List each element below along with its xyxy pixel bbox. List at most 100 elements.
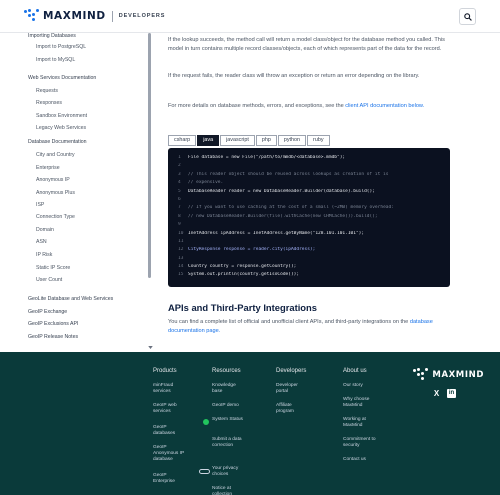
language-tabs: csharp java javascript php python ruby <box>168 135 331 146</box>
footer-link[interactable]: Why choose MaxMind <box>343 397 377 409</box>
section-heading: APIs and Third-Party Integrations <box>168 302 317 313</box>
footer-link[interactable]: Knowledge base <box>212 383 246 395</box>
code-text: DatabaseReader reader = new DatabaseRead… <box>188 188 375 194</box>
footer-link[interactable]: GeoIP Anonymous IP database <box>153 445 187 464</box>
search-icon <box>463 12 472 21</box>
x-twitter-icon[interactable]: X <box>432 389 441 398</box>
sidebar-item[interactable]: GeoIP Release Notes <box>28 334 78 340</box>
line-number: 4 <box>178 180 181 186</box>
footer-link[interactable]: GeoIP databases <box>153 425 187 437</box>
paragraph-lookup-success: If the lookup succeeds, the method call … <box>168 37 445 53</box>
line-number: 11 <box>178 238 184 244</box>
footer-link[interactable]: GeoIP demo <box>212 403 246 409</box>
scroll-down-arrow-icon[interactable] <box>148 346 153 349</box>
sidebar-item[interactable]: Legacy Web Services <box>36 125 86 131</box>
code-line: 14 Country country = response.getCountry(… <box>178 264 442 272</box>
line-number: 7 <box>178 205 181 211</box>
code-line: 7 // If you want to use caching at the co… <box>178 205 442 213</box>
code-line: 8 // new DatabaseReader.Builder(file).wit… <box>178 214 442 222</box>
footer-link[interactable]: Our story <box>343 383 377 389</box>
sidebar-item[interactable]: Web Services Documentation <box>28 75 96 81</box>
footer-link[interactable]: Working at MaxMind <box>343 417 377 429</box>
sidebar-item[interactable]: GeoIP Exchange <box>28 309 67 315</box>
sidebar-item[interactable]: Anonymous IP <box>36 177 70 183</box>
sidebar-item[interactable]: Requests <box>36 88 58 94</box>
code-line: 5 DatabaseReader reader = new DatabaseRea… <box>178 189 442 197</box>
code-line: 6 <box>178 197 442 205</box>
code-text: CityResponse response = reader.city(ipAd… <box>188 247 316 253</box>
sidebar-item[interactable]: Import to PostgreSQL <box>36 44 86 50</box>
code-line: 1 File database = new File("/path/to/mmdb… <box>178 155 442 163</box>
line-number: 13 <box>178 255 184 261</box>
sidebar-item[interactable]: Import to MySQL <box>36 57 75 63</box>
tab-php[interactable]: php <box>255 135 277 146</box>
maxmind-logo[interactable]: MAXMIND DEVELOPERS <box>24 9 165 23</box>
code-text: // new DatabaseReader.Builder(file).with… <box>188 213 378 219</box>
client-api-docs-link[interactable]: client API documentation below. <box>345 103 424 109</box>
sidebar-item[interactable]: User Count <box>36 277 62 283</box>
footer-link[interactable]: Your privacy choices <box>212 466 246 478</box>
footer-link[interactable]: Contact us <box>343 457 377 463</box>
sidebar-item[interactable]: ISP <box>36 202 44 208</box>
more-details-text: For more details on database methods, er… <box>168 103 346 109</box>
sidebar-item[interactable]: Importing Databases <box>28 33 76 39</box>
footer-link[interactable]: GeoIP Enterprise <box>153 473 187 485</box>
code-line: 2 <box>178 163 442 171</box>
site-footer: MAXMIND X in Products minFraud services Ge… <box>0 352 500 495</box>
sidebar-item[interactable]: Sandbox Environment <box>36 113 87 119</box>
sidebar-item[interactable]: IP Risk <box>36 252 52 258</box>
line-number: 10 <box>178 230 184 236</box>
code-text: // expensive. <box>188 180 224 186</box>
footer-link[interactable]: minFraud services <box>153 383 187 395</box>
sidebar-item[interactable]: Database Documentation <box>28 139 87 145</box>
footer-link[interactable]: Developer portal <box>276 383 310 395</box>
footer-link[interactable]: Commitment to security <box>343 437 377 449</box>
code-line: 4 // expensive. <box>178 180 442 188</box>
footer-link[interactable]: Affiliate program <box>276 403 310 415</box>
footer-brand-name: MAXMIND <box>432 370 484 380</box>
sidebar-scrollbar[interactable] <box>148 33 151 278</box>
sidebar-item[interactable]: Enterprise <box>36 165 60 171</box>
footer-link[interactable]: GeoIP web services <box>153 403 187 415</box>
code-line: 15 System.out.println(country.getIsoCode(… <box>178 272 442 280</box>
tab-ruby[interactable]: ruby <box>307 135 330 146</box>
sidebar-item[interactable]: GeoIP Exclusions API <box>28 321 78 327</box>
tab-csharp[interactable]: csharp <box>168 135 197 146</box>
sidebar-item[interactable]: Static IP Score <box>36 265 70 271</box>
line-number: 12 <box>178 247 184 253</box>
footer-logo[interactable]: MAXMIND <box>413 368 484 382</box>
brand-name: MAXMIND <box>43 10 106 22</box>
code-block: 1 File database = new File("/path/to/mmdb… <box>168 148 450 287</box>
sidebar-item[interactable]: Connection Type <box>36 214 75 220</box>
docs-sidebar: Importing Databases Import to PostgreSQL I… <box>0 33 150 348</box>
site-header: MAXMIND DEVELOPERS <box>0 0 500 33</box>
footer-link[interactable]: System Status <box>212 417 246 423</box>
sidebar-item[interactable]: GeoLite Database and Web Services <box>28 296 113 302</box>
code-text: InetAddress ipAddress = InetAddress.getB… <box>188 230 365 236</box>
tab-python[interactable]: python <box>277 135 307 146</box>
code-line: 11 <box>178 239 442 247</box>
line-number: 2 <box>178 163 181 169</box>
line-number: 1 <box>178 155 181 160</box>
paragraph-more-details: For more details on database methods, er… <box>168 102 450 111</box>
line-number: 9 <box>178 222 181 228</box>
sidebar-item[interactable]: Domain <box>36 227 54 233</box>
footer-link[interactable]: Submit a data correction <box>212 437 246 449</box>
tab-java[interactable]: java <box>197 135 220 146</box>
footer-heading: Developers <box>276 368 307 374</box>
tab-javascript[interactable]: javascript <box>220 135 255 146</box>
search-button[interactable] <box>459 8 476 25</box>
sidebar-item[interactable]: Anonymous Plus <box>36 190 75 196</box>
logo-divider <box>111 10 113 22</box>
footer-link[interactable]: Notice at collection <box>212 486 246 495</box>
paragraph-apis: You can find a complete list of official… <box>168 318 450 337</box>
sidebar-item[interactable]: City and Country <box>36 152 75 158</box>
code-line: 9 <box>178 222 442 230</box>
sidebar-item[interactable]: Responses <box>36 100 62 106</box>
line-number: 6 <box>178 196 181 202</box>
paragraph-request-fails: If the request fails, the reader class w… <box>168 73 420 79</box>
sidebar-item[interactable]: ASN <box>36 239 47 245</box>
section-name: DEVELOPERS <box>118 13 166 19</box>
footer-heading: Products <box>153 368 177 374</box>
linkedin-icon[interactable]: in <box>447 389 456 398</box>
